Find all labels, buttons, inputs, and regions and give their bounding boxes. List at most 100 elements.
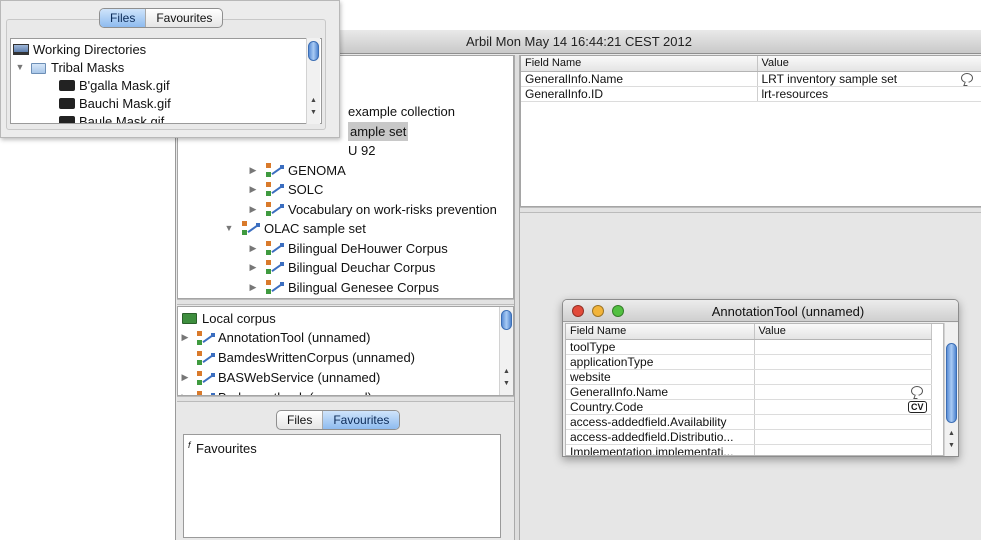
table-row[interactable]: Country.Code CV [566,399,932,415]
local-corpus-tree[interactable]: Local corpus ▶ AnnotationTool (unnamed) Ba… [177,306,514,396]
local-corpus-root[interactable]: Local corpus [182,309,482,328]
expand-arrow-down-icon[interactable]: ▼ [224,219,234,238]
folder-icon [31,63,46,74]
tree-item-label: ample set [348,121,409,141]
favourites-item-label: Favourites [196,441,257,456]
local-tree-item-label: AnnotationTool (unnamed) [218,330,371,345]
expand-arrow-right-icon[interactable]: ▶ [248,239,258,258]
corpus-icon [242,221,260,235]
field-name-cell[interactable]: applicationType [566,354,755,370]
value-text: LRT inventory sample set [761,71,898,86]
expand-arrow-right-icon[interactable]: ▶ [248,180,258,199]
image-file-icon [59,98,75,109]
controlled-vocabulary-icon[interactable]: CV [907,400,927,413]
tab-files[interactable]: Files [277,411,322,429]
files-tree[interactable]: Working Directories ▼ Tribal Masks B'galla … [10,38,322,124]
favourites-area: Files Favourites f Favourites [177,402,514,540]
field-name-cell[interactable]: access-addedfield.Distributio... [566,429,755,445]
expand-arrow-right-icon[interactable]: ▶ [248,258,258,277]
files-tree-scrollbar[interactable]: ▲ ▼ [306,38,320,124]
folder-icon [182,313,197,324]
expand-arrow-right-icon[interactable]: ▶ [248,161,258,180]
corpus-icon [197,371,215,385]
expand-arrow-right-icon[interactable]: ▶ [180,368,190,387]
expand-arrow-down-icon[interactable]: ▼ [15,58,25,77]
scroll-up-arrow-icon[interactable]: ▲ [946,429,957,439]
computer-icon [13,44,29,55]
local-tree-scrollbar[interactable]: ▲ ▼ [499,307,513,395]
scroll-down-arrow-icon[interactable]: ▼ [308,108,319,118]
value-cell[interactable] [754,339,932,355]
field-hint-icon[interactable] [910,385,923,396]
value-cell[interactable] [754,384,932,400]
minimize-button[interactable] [592,305,604,317]
table-row[interactable]: access-addedfield.Distributio... [566,429,932,445]
tab-favourites[interactable]: Favourites [322,411,400,429]
expand-arrow-right-icon[interactable]: ▶ [248,200,258,219]
scroll-thumb[interactable] [308,41,319,61]
value-cell[interactable] [754,354,932,370]
column-header-value[interactable]: Value [757,56,981,72]
close-button[interactable] [572,305,584,317]
table-row[interactable]: GeneralInfo.ID lrt-resources [521,86,981,102]
files-panel: Working Directories ▼ Tribal Masks B'galla … [0,0,340,138]
tab-files[interactable]: Files [100,9,146,27]
corpus-icon [197,351,215,365]
field-name-cell[interactable]: GeneralInfo.Name [521,71,758,87]
value-cell[interactable] [754,444,932,455]
table-row[interactable]: applicationType [566,354,932,370]
local-tree-item-label: BamdesWrittenCorpus (unnamed) [218,350,416,365]
column-header-field-name[interactable]: Field Name [566,324,755,340]
value-cell[interactable]: lrt-resources [757,86,981,102]
column-header-field-name[interactable]: Field Name [521,56,758,72]
scroll-thumb[interactable] [946,343,957,423]
expand-arrow-right-icon[interactable]: ▶ [180,388,190,395]
field-name-cell[interactable]: Implementation.implementati... [566,444,755,455]
annotation-field-table: Field Name Value toolType applicationType… [566,324,932,455]
field-name-cell[interactable]: access-addedfield.Availability [566,414,755,430]
field-table: Field Name Value GeneralInfo.Name LRT inv… [521,56,981,102]
corpus-icon [197,331,215,345]
annotation-table-scrollbar[interactable]: ▲ ▼ [944,323,958,456]
tree-item-label: OLAC sample set [264,221,366,236]
tree-item-label: GENOMA [288,162,346,178]
scroll-down-arrow-icon[interactable]: ▼ [946,441,957,451]
file-tree-item-label: B'galla Mask.gif [79,78,170,93]
table-row[interactable]: access-addedfield.Availability [566,414,932,430]
value-cell[interactable] [754,414,932,430]
column-header-value[interactable]: Value [754,324,932,340]
scroll-up-arrow-icon[interactable]: ▲ [501,367,512,377]
value-cell[interactable]: CV [754,399,932,415]
split-pane-divider[interactable] [177,299,514,305]
expand-arrow-right-icon[interactable]: ▶ [180,328,190,347]
value-cell[interactable] [754,429,932,445]
local-corpus-label: Local corpus [202,311,276,326]
table-row[interactable]: toolType [566,339,932,355]
tree-item-label: U 92 [348,143,376,158]
table-row[interactable]: GeneralInfo.Name LRT inventory sample set [521,71,981,87]
table-row[interactable]: Implementation.implementati... [566,444,932,455]
file-tree-item-label: Tribal Masks [51,60,125,75]
tab-favourites[interactable]: Favourites [145,9,222,27]
tree-item-label: Bilingual Deuchar Corpus [288,260,436,275]
table-row[interactable]: GeneralInfo.Name [566,384,932,400]
value-cell[interactable]: LRT inventory sample set [757,71,981,87]
image-file-icon [59,80,75,91]
field-name-cell[interactable]: Country.Code [566,399,755,415]
corpus-icon [266,260,284,274]
field-name-cell[interactable]: GeneralInfo.Name [566,384,755,400]
field-hint-icon[interactable] [960,72,973,83]
field-name-cell[interactable]: toolType [566,339,755,355]
expand-arrow-right-icon[interactable]: ▶ [248,278,258,297]
field-name-cell[interactable]: GeneralInfo.ID [521,86,758,102]
annotation-titlebar[interactable]: AnnotationTool (unnamed) [563,300,958,322]
value-cell[interactable] [754,369,932,385]
corpus-icon [266,279,284,294]
scroll-down-arrow-icon[interactable]: ▼ [501,379,512,389]
favourites-list[interactable]: f Favourites [183,434,501,538]
table-row[interactable]: website [566,369,932,385]
scroll-thumb[interactable] [501,310,512,330]
annotation-table-panel: Field Name Value toolType applicationType… [565,323,944,456]
field-name-cell[interactable]: website [566,369,755,385]
scroll-up-arrow-icon[interactable]: ▲ [308,96,319,106]
